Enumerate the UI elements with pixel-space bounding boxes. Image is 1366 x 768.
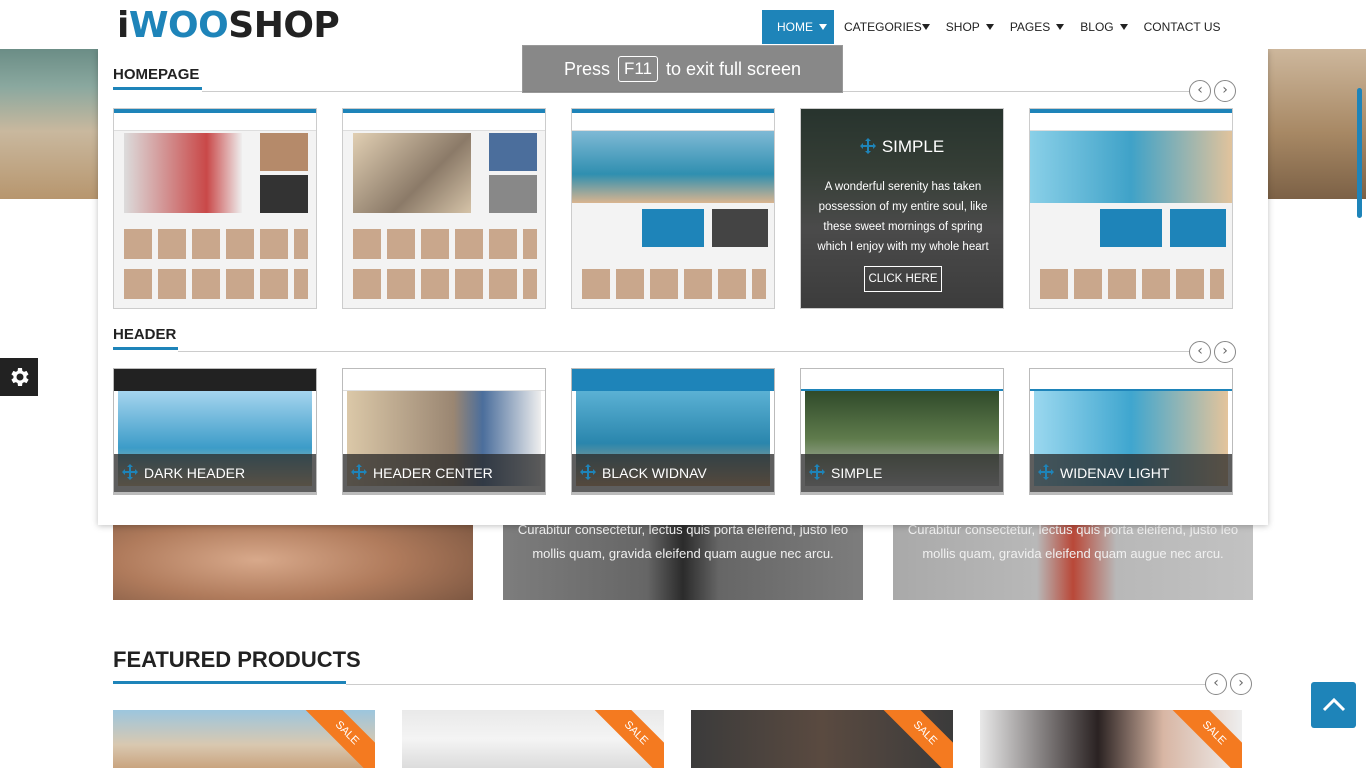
hero-image-left (0, 49, 110, 199)
chevron-down-icon (819, 24, 827, 30)
chevron-down-icon (1056, 24, 1065, 30)
nav-categories[interactable]: CATEGORIES (834, 10, 938, 44)
nav-contact-us[interactable]: CONTACT US (1136, 10, 1229, 44)
settings-button[interactable] (0, 358, 38, 396)
section-title-header: HEADER (113, 326, 177, 343)
move-icon (580, 464, 596, 480)
nav-home[interactable]: HOME (762, 10, 834, 44)
homepage-next-button[interactable]: › (1214, 80, 1236, 102)
move-icon (1038, 464, 1054, 480)
hero-image-right (1260, 49, 1366, 199)
homepage-prev-button[interactable]: ‹ (1189, 80, 1211, 102)
move-icon (809, 464, 825, 480)
chevron-down-icon (1119, 24, 1128, 30)
product-card[interactable]: SALE (402, 710, 664, 768)
chevron-down-icon (921, 24, 930, 30)
scrollbar-thumb[interactable] (1357, 88, 1362, 218)
homepage-layout-thumb[interactable] (342, 108, 546, 309)
site-logo[interactable]: iWOOSHOP (117, 4, 340, 48)
homepage-layout-thumb[interactable] (1029, 108, 1233, 309)
featured-prev-button[interactable]: ‹ (1205, 673, 1227, 695)
sale-badge: SALE (1169, 710, 1242, 768)
click-here-button[interactable]: CLICK HERE (864, 266, 942, 292)
featured-products-title: FEATURED PRODUCTS (113, 647, 361, 672)
move-icon (859, 138, 876, 154)
nav-blog[interactable]: BLOG (1072, 10, 1135, 44)
chevron-up-icon (1322, 697, 1345, 712)
nav-shop[interactable]: SHOP (938, 10, 1002, 44)
f11-key: F11 (617, 56, 658, 82)
homepage-layout-thumb[interactable] (113, 108, 317, 309)
main-nav: HOME CATEGORIES SHOP PAGES BLOG CONTACT … (762, 10, 1229, 44)
fullscreen-exit-notice: Press F11 to exit full screen (522, 45, 843, 93)
title-underline (113, 87, 202, 90)
divider (346, 684, 1206, 685)
product-card[interactable]: SALE (113, 710, 375, 768)
title-underline (113, 347, 178, 350)
gear-icon (11, 368, 29, 386)
product-card[interactable]: SALE (980, 710, 1242, 768)
header-next-button[interactable]: › (1214, 341, 1236, 363)
move-icon (351, 464, 367, 480)
product-card[interactable]: SALE (691, 710, 953, 768)
section-title-homepage: HOMEPAGE (113, 66, 200, 83)
header-style-thumb[interactable]: WIDENAV LIGHT (1029, 368, 1233, 495)
header-prev-button[interactable]: ‹ (1189, 341, 1211, 363)
chevron-down-icon (985, 24, 994, 30)
nav-pages[interactable]: PAGES (1002, 10, 1072, 44)
header-style-thumb[interactable]: BLACK WIDNAV (571, 368, 775, 495)
sale-badge: SALE (591, 710, 664, 768)
featured-next-button[interactable]: › (1230, 673, 1252, 695)
header-style-thumb[interactable]: DARK HEADER (113, 368, 317, 495)
sale-badge: SALE (302, 710, 375, 768)
back-to-top-button[interactable] (1311, 682, 1356, 728)
site-header: iWOOSHOP HOME CATEGORIES SHOP PAGES BLOG… (0, 0, 1366, 49)
divider (178, 351, 1192, 352)
sale-badge: SALE (880, 710, 953, 768)
header-style-thumb[interactable]: SIMPLE (800, 368, 1004, 495)
homepage-layout-thumb[interactable] (571, 108, 775, 309)
mega-menu-panel: HOMEPAGE ‹ › SIMPLE A wonderful serenity… (98, 49, 1268, 525)
title-underline (113, 681, 346, 684)
homepage-layout-thumb-hovered[interactable]: SIMPLE A wonderful serenity has taken po… (800, 108, 1004, 309)
move-icon (122, 464, 138, 480)
header-style-thumb[interactable]: HEADER CENTER (342, 368, 546, 495)
